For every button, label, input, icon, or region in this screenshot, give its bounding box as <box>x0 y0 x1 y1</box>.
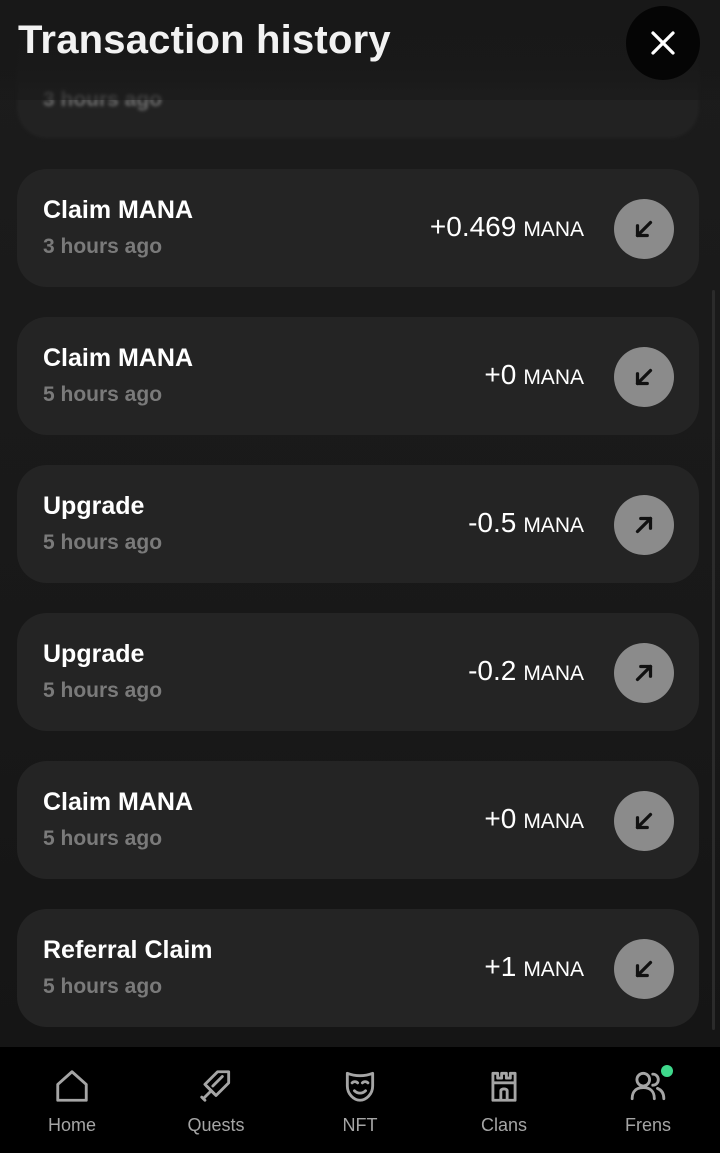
amount-value: -0.5 <box>468 507 517 538</box>
nav-item-home[interactable]: Home <box>0 1047 144 1153</box>
transaction-history-screen: 3 hours ago Claim MANA 3 hours ago +0.46… <box>0 0 720 1153</box>
amount-value: +0.469 <box>429 211 517 242</box>
arrow-up-right-icon <box>614 643 674 703</box>
transaction-time: 5 hours ago <box>43 975 163 998</box>
transaction-title: Upgrade <box>43 492 145 520</box>
transaction-time: 3 hours ago <box>43 235 163 258</box>
transaction-title: Referral Claim <box>43 936 213 964</box>
close-icon <box>651 31 675 55</box>
nav-label: Home <box>47 1115 96 1135</box>
amount-currency: MANA <box>523 218 584 241</box>
mask-icon <box>345 1071 375 1102</box>
notification-dot <box>661 1065 673 1077</box>
amount-currency: MANA <box>523 958 584 981</box>
transaction-amount: -0.2 MANA <box>468 655 584 687</box>
page-title: Transaction history <box>18 18 391 62</box>
transaction-card[interactable]: Claim MANA 5 hours ago +0 MANA <box>17 317 699 435</box>
transaction-title: Upgrade <box>43 640 145 668</box>
close-button[interactable] <box>626 6 700 80</box>
transaction-card[interactable]: Claim MANA 5 hours ago +0 MANA <box>17 761 699 879</box>
nav-label: Frens <box>624 1115 671 1135</box>
arrow-up-right-icon <box>614 495 674 555</box>
transaction-time: 5 hours ago <box>43 531 163 554</box>
nav-label: Clans <box>480 1115 528 1135</box>
transaction-amount: +0 MANA <box>484 359 584 391</box>
transaction-time: 5 hours ago <box>43 679 163 702</box>
nav-label: NFT <box>342 1115 378 1135</box>
transaction-time: 5 hours ago <box>43 383 163 406</box>
transaction-title: Claim MANA <box>43 788 194 816</box>
transaction-title: Claim MANA <box>43 344 194 372</box>
amount-value: +0 <box>484 803 517 834</box>
transaction-amount: +1 MANA <box>484 951 584 983</box>
nav-item-clans[interactable]: Clans <box>432 1047 576 1153</box>
nav-item-frens[interactable]: Frens <box>576 1047 720 1153</box>
nav-item-quests[interactable]: Quests <box>144 1047 288 1153</box>
arrow-down-left-icon <box>614 199 674 259</box>
header: Transaction history <box>0 0 720 100</box>
amount-value: -0.2 <box>468 655 517 686</box>
transaction-card[interactable]: Upgrade 5 hours ago -0.5 MANA <box>17 465 699 583</box>
transaction-amount: +0 MANA <box>484 803 584 835</box>
arrow-down-left-icon <box>614 347 674 407</box>
nav-label: Quests <box>187 1115 245 1135</box>
amount-value: +1 <box>484 951 517 982</box>
transaction-card[interactable]: Referral Claim 5 hours ago +1 MANA <box>17 909 699 1027</box>
amount-currency: MANA <box>523 514 584 537</box>
transaction-amount: -0.5 MANA <box>468 507 584 539</box>
transaction-card[interactable]: Claim MANA 3 hours ago +0.469 MANA <box>17 169 699 287</box>
transaction-amount: +0.469 MANA <box>430 211 584 243</box>
amount-value: +0 <box>484 359 517 390</box>
scrollbar[interactable] <box>712 290 715 1030</box>
transaction-time: 5 hours ago <box>43 827 163 850</box>
sword-icon <box>200 1070 231 1102</box>
transaction-title: Claim MANA <box>43 196 194 224</box>
nav-item-nft[interactable]: NFT <box>288 1047 432 1153</box>
arrow-down-left-icon <box>614 791 674 851</box>
home-icon <box>56 1070 88 1102</box>
amount-currency: MANA <box>523 662 584 685</box>
bottom-nav: Home Quests NFT Clans Frens <box>0 1047 720 1153</box>
arrow-down-left-icon <box>614 939 674 999</box>
amount-currency: MANA <box>523 366 584 389</box>
transaction-card[interactable]: Upgrade 5 hours ago -0.2 MANA <box>17 613 699 731</box>
amount-currency: MANA <box>523 810 584 833</box>
castle-icon <box>491 1071 517 1102</box>
transaction-list[interactable]: 3 hours ago Claim MANA 3 hours ago +0.46… <box>17 0 700 1050</box>
